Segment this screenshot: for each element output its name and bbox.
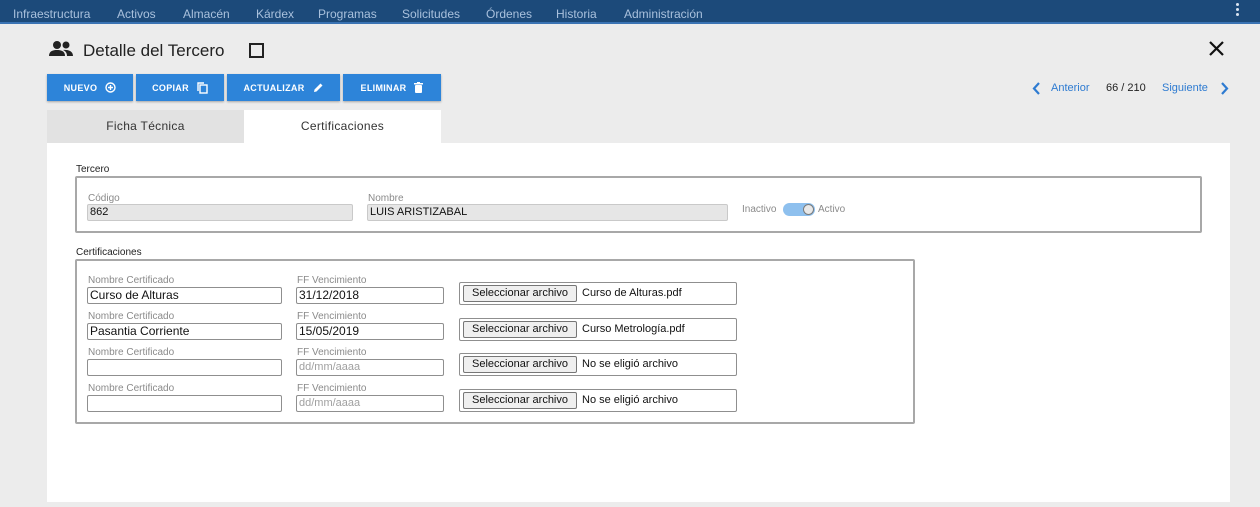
- new-button-label: NUEVO: [63, 82, 98, 93]
- nav-item-historia[interactable]: Historia: [556, 0, 597, 24]
- cert-name-input[interactable]: Pasantia Corriente: [87, 323, 282, 340]
- active-toggle[interactable]: [783, 203, 815, 216]
- select-file-button[interactable]: Seleccionar archivo: [463, 321, 577, 338]
- cert-name-input[interactable]: Curso de Alturas: [87, 287, 282, 304]
- update-button-label: ACTUALIZAR: [243, 82, 305, 93]
- nombre-field: LUIS ARISTIZABAL: [367, 204, 728, 221]
- copy-icon: [197, 81, 208, 94]
- tab-ficha-tecnica[interactable]: Ficha Técnica: [47, 110, 244, 143]
- previous-link[interactable]: Anterior: [1051, 82, 1090, 94]
- cert-name-input[interactable]: [87, 359, 282, 376]
- more-options-icon[interactable]: [1236, 3, 1240, 19]
- codigo-field: 862: [87, 204, 353, 221]
- nav-item-kardex[interactable]: Kárdex: [256, 0, 294, 24]
- update-button[interactable]: ACTUALIZAR: [227, 74, 340, 101]
- certificaciones-legend: Certificaciones: [76, 247, 142, 258]
- chevron-left-icon[interactable]: [1032, 82, 1041, 100]
- cert-date-label: FF Vencimiento: [297, 275, 367, 286]
- delete-button-label: ELIMINAR: [360, 82, 407, 93]
- cert-date-input[interactable]: 15/05/2019: [296, 323, 444, 340]
- selected-file-name: No se eligió archivo: [582, 358, 678, 370]
- cert-file-input: Seleccionar archivo No se eligió archivo: [459, 389, 737, 412]
- new-button[interactable]: NUEVO: [47, 74, 133, 101]
- selected-file-name: Curso Metrología.pdf: [582, 323, 685, 335]
- nav-item-ordenes[interactable]: Órdenes: [486, 0, 532, 24]
- trash-icon: [414, 82, 424, 93]
- select-file-button[interactable]: Seleccionar archivo: [463, 392, 577, 409]
- select-file-button[interactable]: Seleccionar archivo: [463, 356, 577, 373]
- cert-date-label: FF Vencimiento: [297, 383, 367, 394]
- toggle-knob: [803, 204, 814, 215]
- cert-file-input: Seleccionar archivo No se eligió archivo: [459, 353, 737, 376]
- cert-name-label: Nombre Certificado: [88, 383, 175, 394]
- add-circle-icon: [105, 82, 116, 93]
- inactive-label: Inactivo: [742, 204, 777, 215]
- cert-file-input: Seleccionar archivo Curso de Alturas.pdf: [459, 282, 737, 305]
- nav-item-activos[interactable]: Activos: [117, 0, 156, 24]
- cert-date-label: FF Vencimiento: [297, 347, 367, 358]
- cert-name-label: Nombre Certificado: [88, 347, 175, 358]
- top-navigation: Infraestructura Activos Almacén Kárdex P…: [0, 0, 1260, 24]
- page-title: Detalle del Tercero: [83, 41, 225, 60]
- tab-certificaciones[interactable]: Certificaciones: [244, 110, 441, 143]
- cert-name-input[interactable]: [87, 395, 282, 412]
- cert-date-label: FF Vencimiento: [297, 311, 367, 322]
- nav-item-infraestructura[interactable]: Infraestructura: [13, 0, 90, 24]
- record-position: 66 / 210: [1106, 82, 1146, 94]
- codigo-label: Código: [88, 193, 120, 204]
- cert-name-label: Nombre Certificado: [88, 275, 175, 286]
- nav-item-solicitudes[interactable]: Solicitudes: [402, 0, 460, 24]
- active-label: Activo: [818, 204, 846, 215]
- selected-file-name: No se eligió archivo: [582, 394, 678, 406]
- cert-date-input[interactable]: 31/12/2018: [296, 287, 444, 304]
- nav-item-almacen[interactable]: Almacén: [183, 0, 230, 24]
- edit-pencil-icon: [313, 83, 322, 92]
- cert-name-label: Nombre Certificado: [88, 311, 175, 322]
- nav-item-administracion[interactable]: Administración: [624, 0, 703, 24]
- cert-date-input[interactable]: dd/mm/aaaa: [296, 395, 444, 412]
- selected-file-name: Curso de Alturas.pdf: [582, 287, 682, 299]
- close-icon[interactable]: [1208, 40, 1225, 62]
- copy-button-label: COPIAR: [152, 82, 189, 93]
- delete-button[interactable]: ELIMINAR: [343, 74, 441, 101]
- cert-file-input: Seleccionar archivo Curso Metrología.pdf: [459, 318, 737, 341]
- cert-date-input[interactable]: dd/mm/aaaa: [296, 359, 444, 376]
- copy-button[interactable]: COPIAR: [136, 74, 224, 101]
- nombre-label: Nombre: [368, 193, 404, 204]
- nav-item-programas[interactable]: Programas: [318, 0, 377, 24]
- chevron-right-icon[interactable]: [1220, 82, 1229, 100]
- next-link[interactable]: Siguiente: [1162, 82, 1208, 94]
- tercero-legend: Tercero: [76, 164, 110, 175]
- select-file-button[interactable]: Seleccionar archivo: [463, 285, 577, 302]
- title-checkbox[interactable]: [249, 43, 264, 58]
- people-icon: [48, 40, 74, 63]
